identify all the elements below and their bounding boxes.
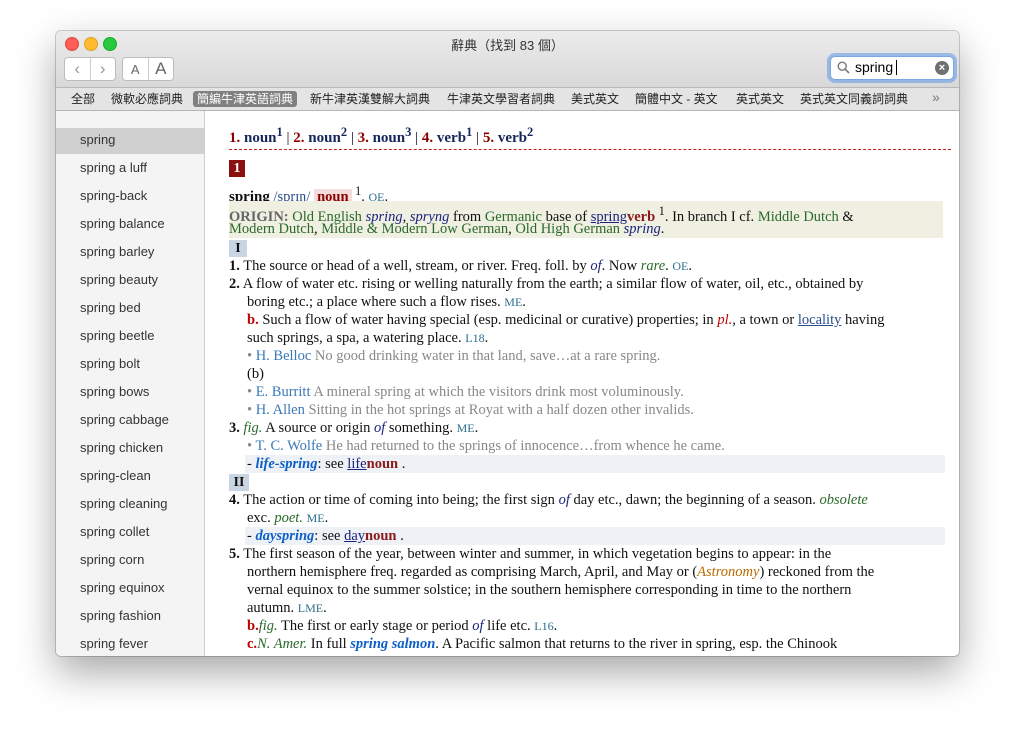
section-badge-roman: II bbox=[229, 474, 249, 491]
quotation: • E. Burritt A mineral spring at which t… bbox=[247, 384, 684, 400]
list-item[interactable]: spring-clean bbox=[56, 464, 204, 490]
list-item[interactable]: spring collet bbox=[56, 520, 204, 546]
window-title: 辭典（找到 83 個） bbox=[451, 38, 564, 53]
decrease-font-button[interactable]: A bbox=[123, 58, 149, 80]
tab-shorter-oxford[interactable]: 簡編牛津英語詞典 bbox=[193, 91, 298, 107]
chevron-right-icon: › bbox=[99, 59, 106, 78]
list-item[interactable]: spring beetle bbox=[56, 324, 204, 350]
quotation: • H. Belloc No good drinking water in th… bbox=[247, 348, 661, 364]
more-tabs-icon[interactable]: » bbox=[932, 89, 940, 105]
tab-bing[interactable]: 微軟必應詞典 bbox=[111, 91, 183, 107]
sense-5: 5. The first season of the year, between… bbox=[229, 546, 832, 562]
list-item[interactable]: spring bbox=[56, 128, 204, 154]
day-noun-link[interactable]: daynoun bbox=[344, 528, 396, 544]
section-badge-roman: I bbox=[229, 240, 247, 257]
history-nav: ‹ › bbox=[64, 57, 116, 81]
clear-icon[interactable]: × bbox=[935, 61, 949, 75]
homograph-link[interactable]: 3. noun3 bbox=[358, 125, 412, 146]
sense-2b: b. Such a flow of water having special (… bbox=[247, 312, 885, 328]
list-item[interactable]: spring cabbage bbox=[56, 408, 204, 434]
back-button[interactable]: ‹ bbox=[65, 58, 91, 80]
list-item[interactable]: spring-back bbox=[56, 184, 204, 210]
entry-content: 1. noun1 | 2. noun2 | 3. noun3 | 4. verb… bbox=[205, 111, 959, 656]
title-bar: 辭典（找到 83 個） ‹ › A A spring × bbox=[56, 31, 959, 88]
list-item[interactable]: spring chicken bbox=[56, 436, 204, 462]
quotation: • H. Allen Sitting in the hot springs at… bbox=[247, 402, 694, 418]
increase-font-button[interactable]: A bbox=[149, 58, 174, 80]
list-item[interactable]: spring balance bbox=[56, 212, 204, 238]
list-item[interactable]: spring beauty bbox=[56, 268, 204, 294]
locality-link[interactable]: locality bbox=[798, 312, 842, 328]
tab-american-english[interactable]: 美式英文 bbox=[571, 91, 619, 107]
magnifier-icon bbox=[837, 61, 850, 74]
derivative-dayspring: - dayspring: see daynoun . bbox=[247, 528, 404, 544]
chevron-left-icon: ‹ bbox=[74, 59, 81, 78]
tab-british-thesaurus[interactable]: 英式英文同義詞詞典 bbox=[800, 91, 908, 107]
derivative-life-spring: - life-spring: see lifenoun . bbox=[247, 456, 406, 472]
sense-2: 2. A flow of water etc. rising or wellin… bbox=[229, 276, 864, 292]
sense-1: 1. The source or head of a well, stream,… bbox=[229, 258, 693, 274]
tab-all[interactable]: 全部 bbox=[71, 91, 95, 107]
text-caret bbox=[896, 60, 897, 75]
list-item[interactable]: spring barley bbox=[56, 240, 204, 266]
list-item[interactable]: spring fashion bbox=[56, 604, 204, 630]
list-item[interactable]: spring bolt bbox=[56, 352, 204, 378]
list-item[interactable]: spring fever bbox=[56, 632, 204, 656]
list-item[interactable]: spring a luff bbox=[56, 156, 204, 182]
quotation: • T. C. Wolfe He had returned to the spr… bbox=[247, 438, 725, 454]
dashed-divider bbox=[229, 149, 951, 150]
life-noun-link[interactable]: lifenoun bbox=[347, 456, 398, 472]
list-item[interactable]: spring equinox bbox=[56, 576, 204, 602]
forward-button[interactable]: › bbox=[91, 58, 116, 80]
word-list-sidebar: spring spring a luff spring-back spring … bbox=[56, 111, 205, 656]
list-item[interactable]: spring bed bbox=[56, 296, 204, 322]
homograph-link[interactable]: 5. verb2 bbox=[483, 125, 533, 146]
list-item[interactable]: spring corn bbox=[56, 548, 204, 574]
homograph-link[interactable]: 2. noun2 bbox=[293, 125, 347, 146]
homograph-link[interactable]: 4. verb1 bbox=[422, 125, 472, 146]
homograph-nav: 1. noun1 | 2. noun2 | 3. noun3 | 4. verb… bbox=[229, 125, 534, 146]
sense-5c: c.N. Amer. In full spring salmon. A Paci… bbox=[247, 636, 838, 652]
tab-oxford-learners[interactable]: 牛津英文學習者詞典 bbox=[447, 91, 555, 107]
tab-new-oxford-bilingual[interactable]: 新牛津英漢雙解大詞典 bbox=[310, 91, 430, 107]
sense-4: 4. The action or time of coming into bei… bbox=[229, 492, 868, 508]
dictionary-window: 辭典（找到 83 個） ‹ › A A spring × 全部 微軟必應詞典 簡… bbox=[56, 31, 959, 656]
tab-simplified-chinese-english[interactable]: 簡體中文 - 英文 bbox=[635, 91, 718, 107]
dictionary-tabs: 全部 微軟必應詞典 簡編牛津英語詞典 新牛津英漢雙解大詞典 牛津英文學習者詞典 … bbox=[56, 88, 959, 111]
search-input[interactable]: spring bbox=[855, 59, 893, 75]
sense-3: 3. fig. A source or origin of something.… bbox=[229, 420, 479, 436]
tab-british-english[interactable]: 英式英文 bbox=[736, 91, 784, 107]
sense-5b: b.fig. The first or early stage or perio… bbox=[247, 618, 558, 634]
search-field[interactable]: spring × bbox=[830, 56, 954, 80]
font-size-controls: A A bbox=[122, 57, 174, 81]
homograph-badge: 1 bbox=[229, 160, 245, 177]
origin-line-2: Modern Dutch, Middle & Modern Low German… bbox=[229, 221, 665, 237]
homograph-link[interactable]: 1. noun1 bbox=[229, 125, 283, 146]
list-item[interactable]: spring bows bbox=[56, 380, 204, 406]
list-item[interactable]: spring cleaning bbox=[56, 492, 204, 518]
